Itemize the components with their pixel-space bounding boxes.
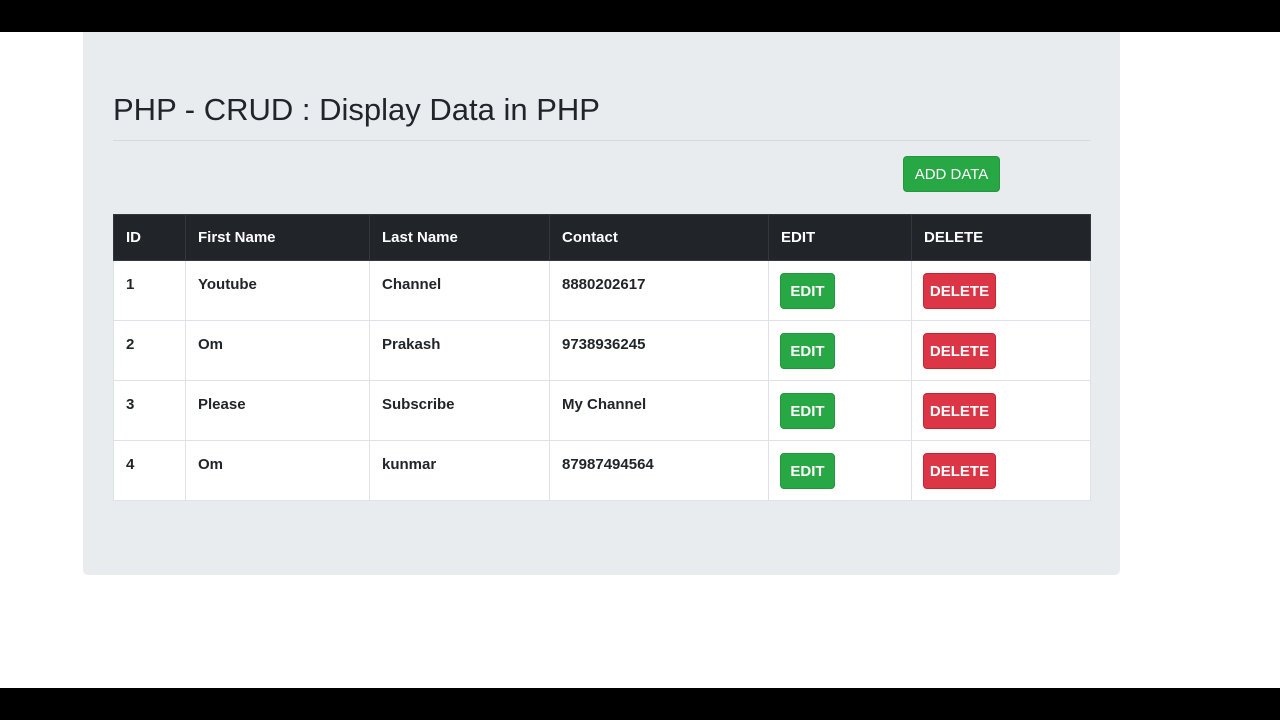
cell-id: 3 — [113, 380, 186, 441]
cell-contact-text: 8880202617 — [562, 276, 646, 293]
cell-first-name-text: Please — [198, 396, 246, 413]
cell-contact: 87987494564 — [549, 440, 769, 501]
cell-contact: 9738936245 — [549, 320, 769, 381]
cell-first-name-text: Om — [198, 456, 224, 473]
cell-last-name: Prakash — [369, 320, 550, 381]
delete-button[interactable]: DELETE — [923, 273, 996, 309]
cell-delete: DELETE — [911, 320, 1091, 381]
cell-last-name: kunmar — [369, 440, 550, 501]
table-row: 2 Om Prakash 9738936245 EDIT DELETE — [113, 320, 1091, 381]
letterbox-bottom — [0, 688, 1280, 720]
cell-id-text: 2 — [126, 336, 135, 353]
column-header-delete: DELETE — [911, 214, 1091, 261]
table-row: 1 Youtube Channel 8880202617 EDIT DELETE — [113, 260, 1091, 321]
cell-contact-text: My Channel — [562, 396, 647, 413]
page-title: PHP - CRUD : Display Data in PHP — [113, 92, 600, 127]
cell-last-name-text: kunmar — [382, 456, 437, 473]
add-data-button[interactable]: ADD DATA — [903, 156, 1000, 192]
table-header-row: ID First Name Last Name Contact EDIT DEL… — [113, 214, 1091, 261]
cell-id: 2 — [113, 320, 186, 381]
cell-last-name-text: Subscribe — [382, 396, 455, 413]
table-body: 1 Youtube Channel 8880202617 EDIT DELETE… — [113, 260, 1091, 501]
data-table: ID First Name Last Name Contact EDIT DEL… — [113, 214, 1091, 501]
column-header-first-name: First Name — [185, 214, 370, 261]
cell-delete: DELETE — [911, 380, 1091, 441]
cell-id: 1 — [113, 260, 186, 321]
table-header: ID First Name Last Name Contact EDIT DEL… — [113, 214, 1091, 261]
content-panel: PHP - CRUD : Display Data in PHP ADD DAT… — [83, 32, 1120, 575]
cell-id-text: 3 — [126, 396, 135, 413]
edit-button[interactable]: EDIT — [780, 333, 835, 369]
cell-first-name: Please — [185, 380, 370, 441]
column-header-last-name: Last Name — [369, 214, 550, 261]
cell-last-name-text: Channel — [382, 276, 442, 293]
table-row: 3 Please Subscribe My Channel EDIT DELET… — [113, 380, 1091, 441]
edit-button[interactable]: EDIT — [780, 273, 835, 309]
cell-edit: EDIT — [768, 260, 912, 321]
cell-last-name: Channel — [369, 260, 550, 321]
cell-contact-text: 87987494564 — [562, 456, 654, 473]
cell-first-name: Om — [185, 440, 370, 501]
column-header-id: ID — [113, 214, 186, 261]
title-divider — [113, 140, 1090, 141]
cell-first-name: Om — [185, 320, 370, 381]
delete-button[interactable]: DELETE — [923, 333, 996, 369]
cell-edit: EDIT — [768, 380, 912, 441]
cell-first-name: Youtube — [185, 260, 370, 321]
table-row: 4 Om kunmar 87987494564 EDIT DELETE — [113, 440, 1091, 501]
cell-id-text: 1 — [126, 276, 135, 293]
cell-first-name-text: Youtube — [198, 276, 257, 293]
cell-first-name-text: Om — [198, 336, 224, 353]
cell-delete: DELETE — [911, 440, 1091, 501]
column-header-edit: EDIT — [768, 214, 912, 261]
cell-id: 4 — [113, 440, 186, 501]
letterbox-top — [0, 0, 1280, 32]
column-header-contact: Contact — [549, 214, 769, 261]
delete-button[interactable]: DELETE — [923, 453, 996, 489]
cell-edit: EDIT — [768, 320, 912, 381]
cell-contact-text: 9738936245 — [562, 336, 646, 353]
cell-edit: EDIT — [768, 440, 912, 501]
cell-id-text: 4 — [126, 456, 135, 473]
edit-button[interactable]: EDIT — [780, 393, 835, 429]
delete-button[interactable]: DELETE — [923, 393, 996, 429]
edit-button[interactable]: EDIT — [780, 453, 835, 489]
cell-last-name-text: Prakash — [382, 336, 441, 353]
cell-contact: My Channel — [549, 380, 769, 441]
cell-contact: 8880202617 — [549, 260, 769, 321]
cell-last-name: Subscribe — [369, 380, 550, 441]
cell-delete: DELETE — [911, 260, 1091, 321]
